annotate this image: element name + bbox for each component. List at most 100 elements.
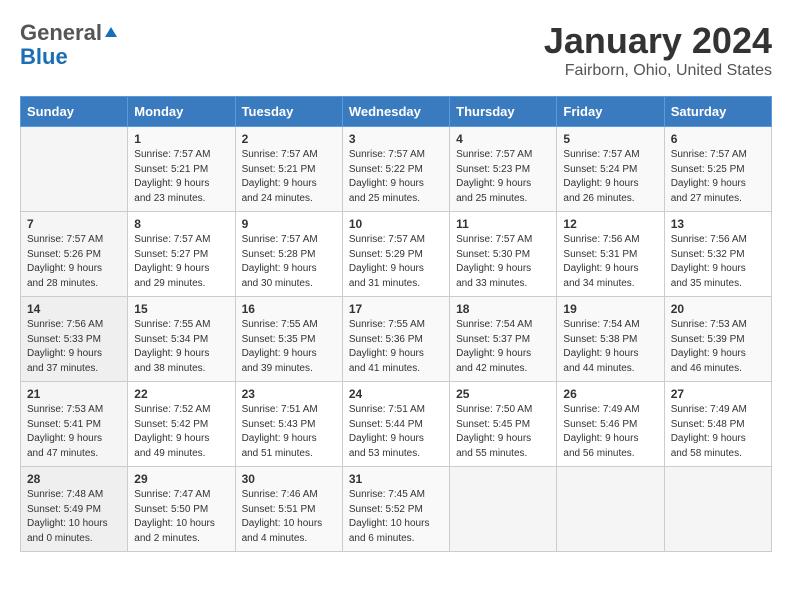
day-number: 3 [349, 132, 443, 146]
calendar-cell: 19 Sunrise: 7:54 AMSunset: 5:38 PMDaylig… [557, 297, 664, 382]
day-number: 28 [27, 472, 121, 486]
day-number: 1 [134, 132, 228, 146]
calendar-cell: 29 Sunrise: 7:47 AMSunset: 5:50 PMDaylig… [128, 467, 235, 552]
calendar-cell: 18 Sunrise: 7:54 AMSunset: 5:37 PMDaylig… [450, 297, 557, 382]
calendar-cell: 5 Sunrise: 7:57 AMSunset: 5:24 PMDayligh… [557, 127, 664, 212]
day-number: 26 [563, 387, 657, 401]
day-info: Sunrise: 7:50 AMSunset: 5:45 PMDaylight:… [456, 404, 532, 459]
week-row-3: 14 Sunrise: 7:56 AMSunset: 5:33 PMDaylig… [21, 297, 772, 382]
day-number: 5 [563, 132, 657, 146]
day-info: Sunrise: 7:55 AMSunset: 5:36 PMDaylight:… [349, 319, 425, 374]
day-info: Sunrise: 7:57 AMSunset: 5:27 PMDaylight:… [134, 234, 210, 289]
day-info: Sunrise: 7:57 AMSunset: 5:25 PMDaylight:… [671, 149, 747, 204]
day-info: Sunrise: 7:56 AMSunset: 5:32 PMDaylight:… [671, 234, 747, 289]
calendar-cell: 25 Sunrise: 7:50 AMSunset: 5:45 PMDaylig… [450, 382, 557, 467]
week-row-1: 1 Sunrise: 7:57 AMSunset: 5:21 PMDayligh… [21, 127, 772, 212]
calendar-cell: 20 Sunrise: 7:53 AMSunset: 5:39 PMDaylig… [664, 297, 771, 382]
day-info: Sunrise: 7:45 AMSunset: 5:52 PMDaylight:… [349, 489, 430, 544]
day-header-friday: Friday [557, 97, 664, 127]
day-number: 22 [134, 387, 228, 401]
day-number: 16 [242, 302, 336, 316]
logo: General Blue [20, 20, 117, 68]
day-number: 2 [242, 132, 336, 146]
calendar-cell: 1 Sunrise: 7:57 AMSunset: 5:21 PMDayligh… [128, 127, 235, 212]
day-info: Sunrise: 7:49 AMSunset: 5:48 PMDaylight:… [671, 404, 747, 459]
calendar-cell: 4 Sunrise: 7:57 AMSunset: 5:23 PMDayligh… [450, 127, 557, 212]
logo-triangle-icon [105, 27, 117, 37]
day-info: Sunrise: 7:53 AMSunset: 5:39 PMDaylight:… [671, 319, 747, 374]
calendar-cell: 14 Sunrise: 7:56 AMSunset: 5:33 PMDaylig… [21, 297, 128, 382]
calendar-cell: 12 Sunrise: 7:56 AMSunset: 5:31 PMDaylig… [557, 212, 664, 297]
day-number: 11 [456, 217, 550, 231]
day-info: Sunrise: 7:55 AMSunset: 5:35 PMDaylight:… [242, 319, 318, 374]
day-number: 23 [242, 387, 336, 401]
day-number: 4 [456, 132, 550, 146]
day-header-monday: Monday [128, 97, 235, 127]
calendar-cell: 22 Sunrise: 7:52 AMSunset: 5:42 PMDaylig… [128, 382, 235, 467]
calendar-cell: 16 Sunrise: 7:55 AMSunset: 5:35 PMDaylig… [235, 297, 342, 382]
header: General Blue January 2024 Fairborn, Ohio… [20, 20, 772, 80]
calendar-table: SundayMondayTuesdayWednesdayThursdayFrid… [20, 96, 772, 552]
day-header-tuesday: Tuesday [235, 97, 342, 127]
calendar-cell: 28 Sunrise: 7:48 AMSunset: 5:49 PMDaylig… [21, 467, 128, 552]
day-info: Sunrise: 7:53 AMSunset: 5:41 PMDaylight:… [27, 404, 103, 459]
day-number: 21 [27, 387, 121, 401]
calendar-cell: 11 Sunrise: 7:57 AMSunset: 5:30 PMDaylig… [450, 212, 557, 297]
day-header-sunday: Sunday [21, 97, 128, 127]
calendar-cell: 3 Sunrise: 7:57 AMSunset: 5:22 PMDayligh… [342, 127, 449, 212]
logo-blue-text: Blue [20, 46, 68, 68]
day-number: 20 [671, 302, 765, 316]
calendar-cell: 7 Sunrise: 7:57 AMSunset: 5:26 PMDayligh… [21, 212, 128, 297]
day-number: 7 [27, 217, 121, 231]
day-number: 31 [349, 472, 443, 486]
day-number: 29 [134, 472, 228, 486]
day-info: Sunrise: 7:56 AMSunset: 5:31 PMDaylight:… [563, 234, 639, 289]
day-number: 13 [671, 217, 765, 231]
week-row-2: 7 Sunrise: 7:57 AMSunset: 5:26 PMDayligh… [21, 212, 772, 297]
calendar-cell: 15 Sunrise: 7:55 AMSunset: 5:34 PMDaylig… [128, 297, 235, 382]
day-number: 19 [563, 302, 657, 316]
week-row-5: 28 Sunrise: 7:48 AMSunset: 5:49 PMDaylig… [21, 467, 772, 552]
calendar-cell [21, 127, 128, 212]
calendar-cell: 23 Sunrise: 7:51 AMSunset: 5:43 PMDaylig… [235, 382, 342, 467]
week-row-4: 21 Sunrise: 7:53 AMSunset: 5:41 PMDaylig… [21, 382, 772, 467]
day-info: Sunrise: 7:57 AMSunset: 5:28 PMDaylight:… [242, 234, 318, 289]
day-info: Sunrise: 7:55 AMSunset: 5:34 PMDaylight:… [134, 319, 210, 374]
calendar-cell: 30 Sunrise: 7:46 AMSunset: 5:51 PMDaylig… [235, 467, 342, 552]
calendar-cell: 6 Sunrise: 7:57 AMSunset: 5:25 PMDayligh… [664, 127, 771, 212]
day-info: Sunrise: 7:57 AMSunset: 5:26 PMDaylight:… [27, 234, 103, 289]
calendar-cell: 17 Sunrise: 7:55 AMSunset: 5:36 PMDaylig… [342, 297, 449, 382]
day-number: 17 [349, 302, 443, 316]
day-info: Sunrise: 7:51 AMSunset: 5:43 PMDaylight:… [242, 404, 318, 459]
day-header-wednesday: Wednesday [342, 97, 449, 127]
day-info: Sunrise: 7:57 AMSunset: 5:24 PMDaylight:… [563, 149, 639, 204]
calendar-cell: 2 Sunrise: 7:57 AMSunset: 5:21 PMDayligh… [235, 127, 342, 212]
calendar-cell [450, 467, 557, 552]
day-info: Sunrise: 7:49 AMSunset: 5:46 PMDaylight:… [563, 404, 639, 459]
day-info: Sunrise: 7:56 AMSunset: 5:33 PMDaylight:… [27, 319, 103, 374]
calendar-cell: 31 Sunrise: 7:45 AMSunset: 5:52 PMDaylig… [342, 467, 449, 552]
calendar-subtitle: Fairborn, Ohio, United States [544, 62, 772, 80]
calendar-cell [557, 467, 664, 552]
calendar-title: January 2024 [544, 20, 772, 62]
calendar-cell: 24 Sunrise: 7:51 AMSunset: 5:44 PMDaylig… [342, 382, 449, 467]
calendar-cell: 8 Sunrise: 7:57 AMSunset: 5:27 PMDayligh… [128, 212, 235, 297]
day-info: Sunrise: 7:57 AMSunset: 5:22 PMDaylight:… [349, 149, 425, 204]
day-number: 12 [563, 217, 657, 231]
day-info: Sunrise: 7:46 AMSunset: 5:51 PMDaylight:… [242, 489, 323, 544]
day-number: 27 [671, 387, 765, 401]
calendar-cell [664, 467, 771, 552]
day-number: 15 [134, 302, 228, 316]
day-info: Sunrise: 7:57 AMSunset: 5:23 PMDaylight:… [456, 149, 532, 204]
calendar-cell: 21 Sunrise: 7:53 AMSunset: 5:41 PMDaylig… [21, 382, 128, 467]
day-number: 6 [671, 132, 765, 146]
day-number: 30 [242, 472, 336, 486]
day-number: 18 [456, 302, 550, 316]
day-info: Sunrise: 7:57 AMSunset: 5:30 PMDaylight:… [456, 234, 532, 289]
day-header-thursday: Thursday [450, 97, 557, 127]
calendar-cell: 10 Sunrise: 7:57 AMSunset: 5:29 PMDaylig… [342, 212, 449, 297]
day-info: Sunrise: 7:57 AMSunset: 5:29 PMDaylight:… [349, 234, 425, 289]
day-info: Sunrise: 7:47 AMSunset: 5:50 PMDaylight:… [134, 489, 215, 544]
day-info: Sunrise: 7:54 AMSunset: 5:38 PMDaylight:… [563, 319, 639, 374]
day-number: 24 [349, 387, 443, 401]
